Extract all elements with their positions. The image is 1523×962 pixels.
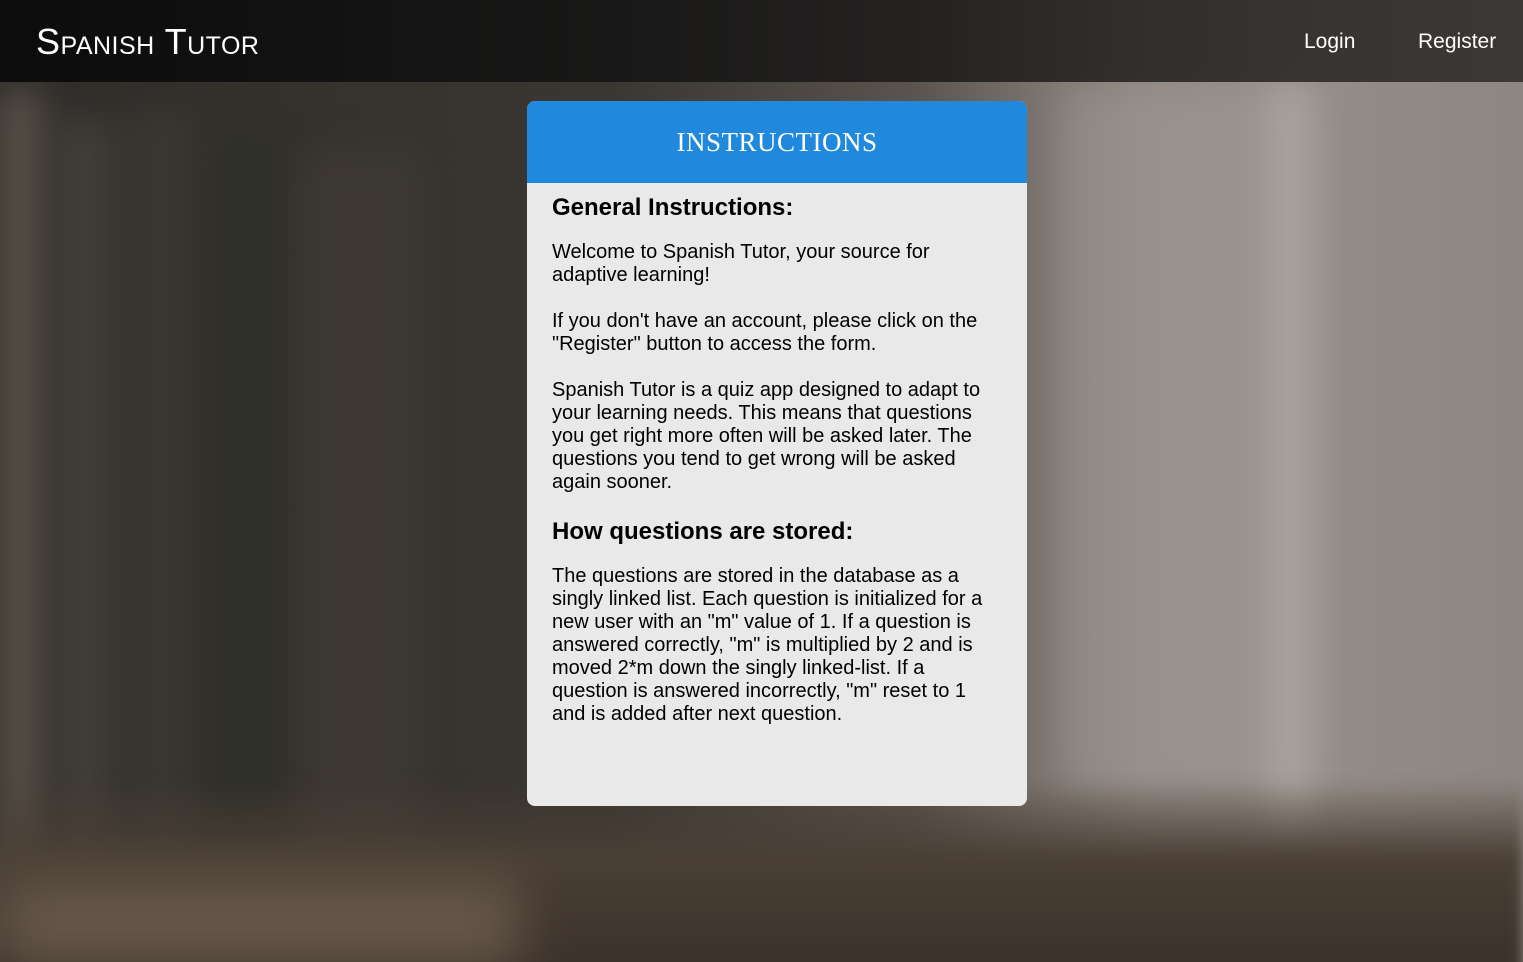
- navbar: Spanish Tutor Login Register: [0, 0, 1523, 82]
- card-body: General Instructions: Welcome to Spanish…: [527, 183, 1027, 726]
- instructions-card: INSTRUCTIONS General Instructions: Welco…: [527, 101, 1027, 806]
- login-link[interactable]: Login: [1304, 30, 1355, 54]
- card-title: INSTRUCTIONS: [527, 101, 1027, 183]
- section-heading-general: General Instructions:: [552, 194, 794, 221]
- paragraph-register: If you don't have an account, please cli…: [552, 310, 978, 355]
- paragraph-storage: The questions are stored in the database…: [552, 565, 983, 725]
- register-link[interactable]: Register: [1418, 30, 1496, 54]
- brand-logo[interactable]: Spanish Tutor: [36, 22, 259, 62]
- paragraph-welcome: Welcome to Spanish Tutor, your source fo…: [552, 241, 930, 286]
- paragraph-quiz-description: Spanish Tutor is a quiz app designed to …: [552, 379, 981, 493]
- section-heading-storage: How questions are stored:: [552, 518, 854, 545]
